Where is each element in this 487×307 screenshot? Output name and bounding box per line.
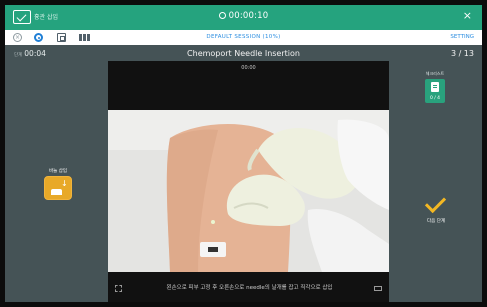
clock-icon (218, 12, 226, 19)
video-time: 00:00 (241, 65, 256, 71)
app-frame: 흉관 삽입 00:00:10 × × DEFAULT SESSION (10%)… (5, 5, 482, 302)
pin-insert-icon[interactable]: ↓ (44, 176, 72, 200)
setting-link[interactable]: SETTING (450, 34, 474, 40)
step-progress: 3 / 13 (450, 49, 474, 58)
checklist-label: 체크리스트 (425, 71, 445, 76)
procedure-scene-image (108, 110, 389, 272)
session-timer: 00:00:10 (5, 11, 482, 21)
video-controls: 왼손으로 피부 고정 후 오른손으로 needle의 날개를 잡고 직각으로 삽… (108, 276, 389, 302)
session-name[interactable]: DEFAULT SESSION (10%) (5, 34, 482, 40)
checkmark-icon (426, 197, 446, 211)
complete-step-button[interactable]: 다음 단계 (421, 197, 451, 224)
pin-insert-panel[interactable]: 바늘 삽입 ↓ (41, 168, 75, 200)
expand-icon[interactable] (115, 285, 122, 292)
pin-insert-label: 바늘 삽입 (49, 169, 67, 174)
video-frame (108, 110, 389, 272)
checklist-icon[interactable]: 0 / 4 (425, 79, 445, 103)
video-player[interactable]: 00:00 왼손으로 피부 고정 후 오른손으로 needle의 날개를 잡고 … (108, 61, 389, 302)
checklist-count: 0 / 4 (429, 96, 441, 101)
close-button[interactable]: × (463, 9, 472, 22)
video-caption: 왼손으로 피부 고정 후 오른손으로 needle의 날개를 잡고 직각으로 삽… (166, 285, 333, 291)
checklist-panel[interactable]: 체크리스트 0 / 4 (415, 71, 455, 103)
timer-text: 00:00:10 (228, 11, 269, 21)
procedure-title: Chemoport Needle Insertion (187, 49, 300, 58)
complete-label: 다음 단계 (427, 219, 445, 224)
toolbar: × DEFAULT SESSION (10%) SETTING (5, 30, 482, 45)
top-bar: 흉관 삽입 00:00:10 × (5, 5, 482, 30)
fullscreen-icon[interactable] (374, 286, 382, 291)
